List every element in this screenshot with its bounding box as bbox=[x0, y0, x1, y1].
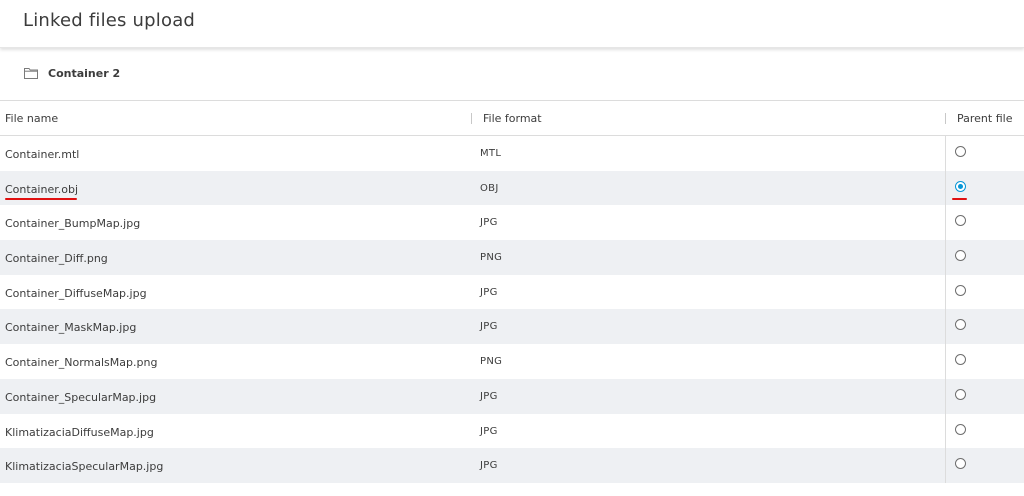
table-row[interactable]: Container_SpecularMap.jpg JPG bbox=[0, 378, 1024, 414]
parent-file-radio[interactable] bbox=[955, 146, 966, 157]
folder-icon bbox=[24, 68, 38, 79]
table-row[interactable]: Container_NormalsMap.png PNG bbox=[0, 344, 1024, 379]
column-separator bbox=[945, 240, 946, 275]
file-table-body: Container.mtl MTL Container.obj OBJ Containe… bbox=[0, 136, 1024, 483]
table-row[interactable]: Container_BumpMap.jpg JPG bbox=[0, 205, 1024, 241]
file-format-cell: MTL bbox=[480, 148, 502, 159]
table-row[interactable]: Container_DiffuseMap.jpg JPG bbox=[0, 274, 1024, 310]
column-separator bbox=[945, 378, 946, 414]
file-format-cell: JPG bbox=[480, 425, 498, 437]
column-separator bbox=[945, 448, 946, 483]
parent-file-radio[interactable] bbox=[955, 319, 966, 331]
column-separator bbox=[945, 309, 946, 345]
parent-file-radio[interactable] bbox=[955, 388, 966, 400]
column-separator bbox=[945, 205, 946, 241]
column-separator bbox=[945, 136, 946, 171]
file-name-cell: Container_BumpMap.jpg bbox=[5, 217, 141, 231]
table-row[interactable]: Container.mtl MTL bbox=[0, 136, 1024, 171]
breadcrumb: Container 2 bbox=[0, 49, 1024, 101]
column-header-file-format[interactable]: File format bbox=[483, 112, 542, 125]
file-name-cell: Container_SpecularMap.jpg bbox=[5, 390, 157, 404]
parent-file-radio[interactable] bbox=[955, 250, 966, 262]
file-name-cell: Container.obj bbox=[5, 182, 79, 196]
file-format-cell: JPG bbox=[480, 286, 498, 298]
file-format-cell: PNG bbox=[480, 356, 503, 368]
annotation-underline bbox=[952, 197, 967, 200]
annotation-underline bbox=[5, 197, 77, 200]
parent-file-radio[interactable] bbox=[955, 215, 966, 227]
file-name-cell: Container_NormalsMap.png bbox=[5, 356, 158, 370]
parent-file-radio[interactable] bbox=[955, 423, 966, 435]
table-row[interactable]: Container_MaskMap.jpg JPG bbox=[0, 309, 1024, 345]
column-divider[interactable] bbox=[945, 113, 946, 124]
table-header: File name File format Parent file bbox=[0, 101, 1024, 136]
page-header: Linked files upload bbox=[0, 0, 1024, 48]
table-row[interactable]: KlimatizaciaDiffuseMap.jpg JPG bbox=[0, 413, 1024, 449]
column-separator bbox=[945, 413, 946, 449]
file-name-cell: KlimatizaciaDiffuseMap.jpg bbox=[5, 425, 154, 439]
column-header-file-name[interactable]: File name bbox=[5, 112, 58, 125]
file-format-cell: JPG bbox=[480, 321, 498, 333]
parent-file-radio[interactable] bbox=[955, 284, 966, 296]
file-name-cell: Container.mtl bbox=[5, 148, 80, 161]
file-format-cell: JPG bbox=[480, 460, 498, 472]
column-header-parent-file[interactable]: Parent file bbox=[957, 112, 1012, 125]
file-name-cell: KlimatizaciaSpecularMap.jpg bbox=[5, 460, 164, 474]
file-format-cell: JPG bbox=[480, 390, 498, 402]
file-format-cell: PNG bbox=[480, 252, 503, 264]
file-format-cell: JPG bbox=[480, 217, 498, 229]
table-row[interactable]: KlimatizaciaSpecularMap.jpg JPG bbox=[0, 448, 1024, 483]
column-separator bbox=[945, 170, 946, 206]
file-name-cell: Container_Diff.png bbox=[5, 252, 108, 266]
parent-file-radio[interactable] bbox=[955, 458, 966, 470]
column-divider[interactable] bbox=[471, 113, 472, 124]
file-format-cell: OBJ bbox=[480, 182, 499, 194]
breadcrumb-folder-label[interactable]: Container 2 bbox=[48, 67, 120, 80]
column-separator bbox=[945, 274, 946, 310]
parent-file-radio[interactable] bbox=[955, 354, 966, 366]
page-title: Linked files upload bbox=[23, 10, 196, 31]
column-separator bbox=[945, 344, 946, 379]
table-row[interactable]: Container_Diff.png PNG bbox=[0, 240, 1024, 275]
table-row[interactable]: Container.obj OBJ bbox=[0, 170, 1024, 206]
file-name-cell: Container_MaskMap.jpg bbox=[5, 321, 137, 335]
file-name-cell: Container_DiffuseMap.jpg bbox=[5, 286, 147, 300]
parent-file-radio[interactable] bbox=[955, 180, 966, 192]
